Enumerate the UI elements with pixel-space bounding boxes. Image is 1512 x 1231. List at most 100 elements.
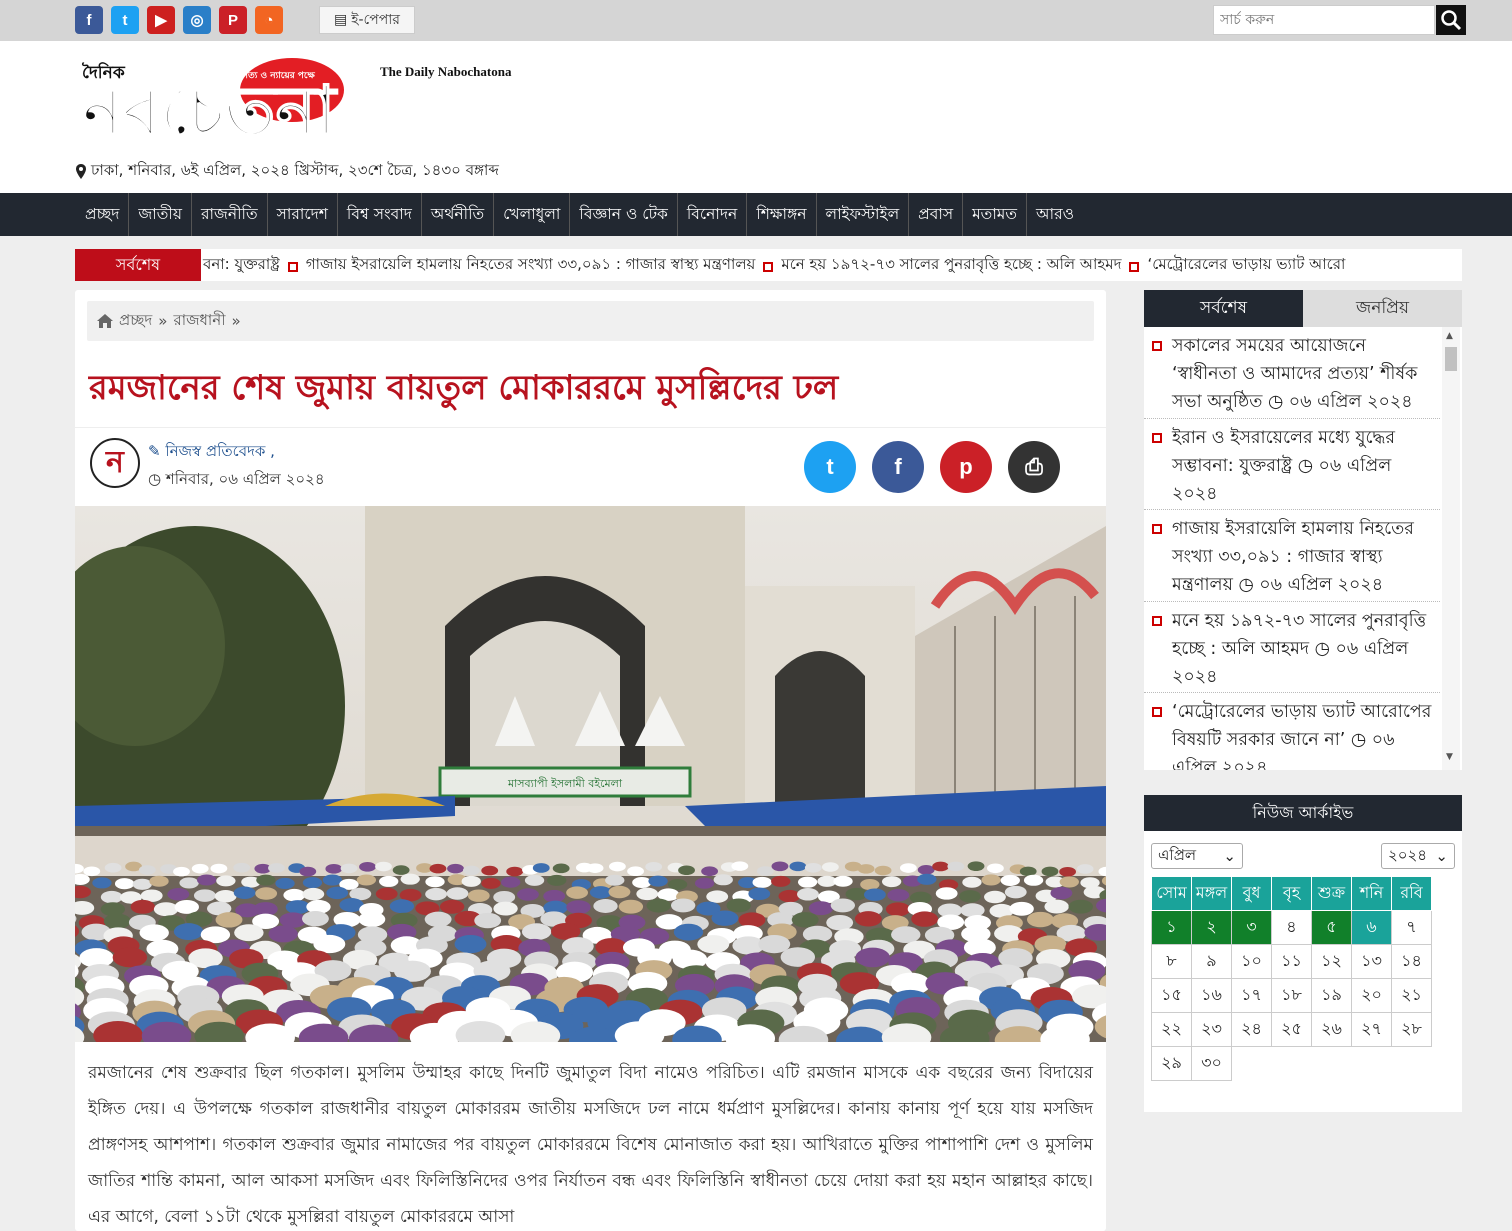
bullet-icon — [1152, 707, 1162, 717]
calendar-day[interactable]: ১৯ — [1311, 978, 1352, 1013]
twitter-share-icon[interactable]: t — [804, 441, 856, 493]
calendar-day[interactable]: ৮ — [1151, 944, 1192, 979]
nav-item[interactable]: শিক্ষাঙ্গন — [747, 193, 817, 236]
calendar-day[interactable]: ২ — [1191, 910, 1232, 945]
worshipper-shape — [92, 877, 112, 889]
pinterest-share-icon[interactable]: p — [940, 441, 992, 493]
breadcrumb-separator: » — [231, 312, 241, 330]
calendar-day[interactable]: ১০ — [1231, 944, 1272, 979]
worshipper-shape — [302, 887, 325, 901]
site-logo[interactable]: দৈনিক The Daily Nabochatona সত্য ও ন্যায… — [80, 56, 532, 152]
facebook-share-icon[interactable]: f — [872, 441, 924, 493]
tab-popular[interactable]: জনপ্রিয় — [1303, 290, 1462, 327]
scroll-up-icon[interactable]: ▲ — [1446, 331, 1453, 341]
worshipper-shape — [981, 874, 1001, 886]
latest-news-item[interactable]: সকালের সময়ের আয়োজনে ‘স্বাধীনতা ও আমাদে… — [1144, 327, 1440, 419]
worshipper-shape — [748, 887, 771, 901]
calendar-day[interactable]: ৩০ — [1191, 1046, 1232, 1081]
worshipper-shape — [359, 862, 376, 872]
scroll-down-icon[interactable]: ▼ — [1446, 752, 1453, 762]
nav-item[interactable]: আরও — [1027, 193, 1083, 236]
ticker-item[interactable]: বনা: যুক্তরাষ্ট্র — [203, 253, 280, 278]
calendar-day[interactable]: ২৮ — [1391, 1012, 1432, 1047]
facebook-icon[interactable]: f — [75, 6, 103, 34]
bullet-icon — [1152, 432, 1162, 443]
calendar-day[interactable]: ৫ — [1311, 910, 1352, 945]
nav-item[interactable]: সারাদেশ — [268, 193, 338, 236]
nav-item[interactable]: লাইফস্টাইল — [817, 193, 910, 236]
calendar-day[interactable]: ৭ — [1391, 910, 1432, 945]
worshipper-shape — [645, 861, 663, 872]
author-name[interactable]: নিজস্ব প্রতিবেদক , — [165, 442, 275, 460]
breadcrumb-section[interactable]: রাজধানী — [173, 309, 225, 334]
month-select[interactable]: এপ্রিল ⌄ — [1151, 843, 1243, 869]
calendar-day[interactable]: ১২ — [1311, 944, 1352, 979]
calendar-day[interactable]: ২২ — [1151, 1012, 1192, 1047]
worshipper-shape — [959, 890, 981, 903]
year-select[interactable]: ২০২৪ ⌄ — [1381, 843, 1455, 869]
worshipper-shape — [1041, 866, 1059, 877]
nav-item[interactable]: খেলাধুলা — [494, 193, 571, 236]
latest-news-item[interactable]: ‘মেট্রোরেলের ভাড়ায় ভ্যাট আরোপের বিষয়ট… — [1144, 693, 1440, 770]
worshipper-shape — [986, 863, 1004, 874]
nav-item[interactable]: জাতীয় — [129, 193, 192, 236]
worshipper-shape — [547, 874, 567, 886]
worshipper-shape — [268, 863, 285, 873]
latest-news-item[interactable]: ইরান ও ইসরায়েলের মধ্যে যুদ্ধের সম্ভাবনা… — [1144, 419, 1440, 510]
calendar-day[interactable]: ১৫ — [1151, 978, 1192, 1013]
calendar-day[interactable]: ২৭ — [1351, 1012, 1392, 1047]
calendar-day[interactable]: ৬ — [1351, 910, 1392, 945]
calendar-day[interactable]: ১ — [1151, 910, 1192, 945]
ticker-item[interactable]: গাজায় ইসরায়েলি হামলায় নিহতের সংখ্যা ৩… — [306, 253, 756, 278]
instagram-icon[interactable]: ◎ — [183, 6, 211, 34]
worshipper-shape — [1000, 874, 1020, 886]
calendar-day[interactable]: ৩ — [1231, 910, 1272, 945]
worshipper-shape — [636, 887, 659, 901]
rss-icon[interactable]: ◔ — [255, 6, 283, 34]
archive-calendar: সোম মঙ্গল বুধ বৃহ শুক্র শনি রবি ১ ২ ৩ ৪ ৫ ৬ ৭ ৮ ৯ ১০ ১১ ১২… — [1151, 876, 1432, 1081]
breadcrumb-home[interactable]: প্রচ্ছদ — [119, 309, 152, 334]
calendar-day[interactable]: ২৩ — [1191, 1012, 1232, 1047]
calendar-day[interactable]: ১৮ — [1271, 978, 1312, 1013]
nav-item[interactable]: বিশ্ব সংবাদ — [338, 193, 422, 236]
calendar-day[interactable]: ২৯ — [1151, 1046, 1192, 1081]
nav-item[interactable]: প্রবাস — [909, 193, 964, 236]
nav-item[interactable]: রাজনীতি — [192, 193, 268, 236]
calendar-day[interactable]: ১৩ — [1351, 944, 1392, 979]
search-button[interactable] — [1436, 5, 1466, 35]
epaper-button[interactable]: ▤ ই-পেপার — [319, 6, 415, 34]
scrollbar[interactable]: ▲ ▼ — [1442, 327, 1460, 770]
calendar-day[interactable]: ১৭ — [1231, 978, 1272, 1013]
worshipper-shape — [808, 901, 834, 916]
search-input[interactable] — [1213, 5, 1435, 35]
calendar-day[interactable]: ২১ — [1391, 978, 1432, 1013]
calendar-day[interactable]: ৪ — [1271, 910, 1312, 945]
nav-item[interactable]: অর্থনীতি — [422, 193, 495, 236]
calendar-day[interactable]: ২৬ — [1311, 1012, 1352, 1047]
nav-item[interactable]: মতামত — [963, 193, 1028, 236]
calendar-day[interactable]: ২৪ — [1231, 1012, 1272, 1047]
clock-icon: ◷ — [1350, 730, 1372, 750]
ticker-item[interactable]: ‘মেট্রোরেলের ভাড়ায় ভ্যাট আরো — [1147, 253, 1345, 278]
tab-latest[interactable]: সর্বশেষ — [1144, 290, 1303, 327]
nav-item[interactable]: বিনোদন — [678, 193, 748, 236]
worshipper-shape — [804, 862, 822, 873]
scrollbar-thumb[interactable] — [1445, 347, 1457, 371]
calendar-day[interactable]: ১৬ — [1191, 978, 1232, 1013]
youtube-icon[interactable]: ▶ — [147, 6, 175, 34]
calendar-day[interactable]: ২৫ — [1271, 1012, 1312, 1047]
calendar-day[interactable]: ১৪ — [1391, 944, 1432, 979]
worshipper-shape — [429, 863, 447, 874]
twitter-icon[interactable]: t — [111, 6, 139, 34]
latest-news-item[interactable]: মনে হয় ১৯৭২-৭৩ সালের পুনরাবৃত্তি হচ্ছে … — [1144, 602, 1440, 693]
calendar-day[interactable]: ১১ — [1271, 944, 1312, 979]
nav-item[interactable]: প্রচ্ছদ — [76, 193, 130, 236]
calendar-day[interactable]: ৯ — [1191, 944, 1232, 979]
print-icon[interactable]: ⎙ — [1008, 441, 1060, 493]
ticker-item[interactable]: মনে হয় ১৯৭২-৭৩ সালের পুনরাবৃত্তি হচ্ছে … — [781, 253, 1121, 278]
latest-news-item[interactable]: গাজায় ইসরায়েলি হামলায় নিহতের সংখ্যা ৩… — [1144, 510, 1440, 602]
calendar-day[interactable]: ২০ — [1351, 978, 1392, 1013]
pinterest-icon[interactable]: P — [219, 6, 247, 34]
worshipper-shape — [461, 875, 481, 887]
nav-item[interactable]: বিজ্ঞান ও টেক — [570, 193, 678, 236]
